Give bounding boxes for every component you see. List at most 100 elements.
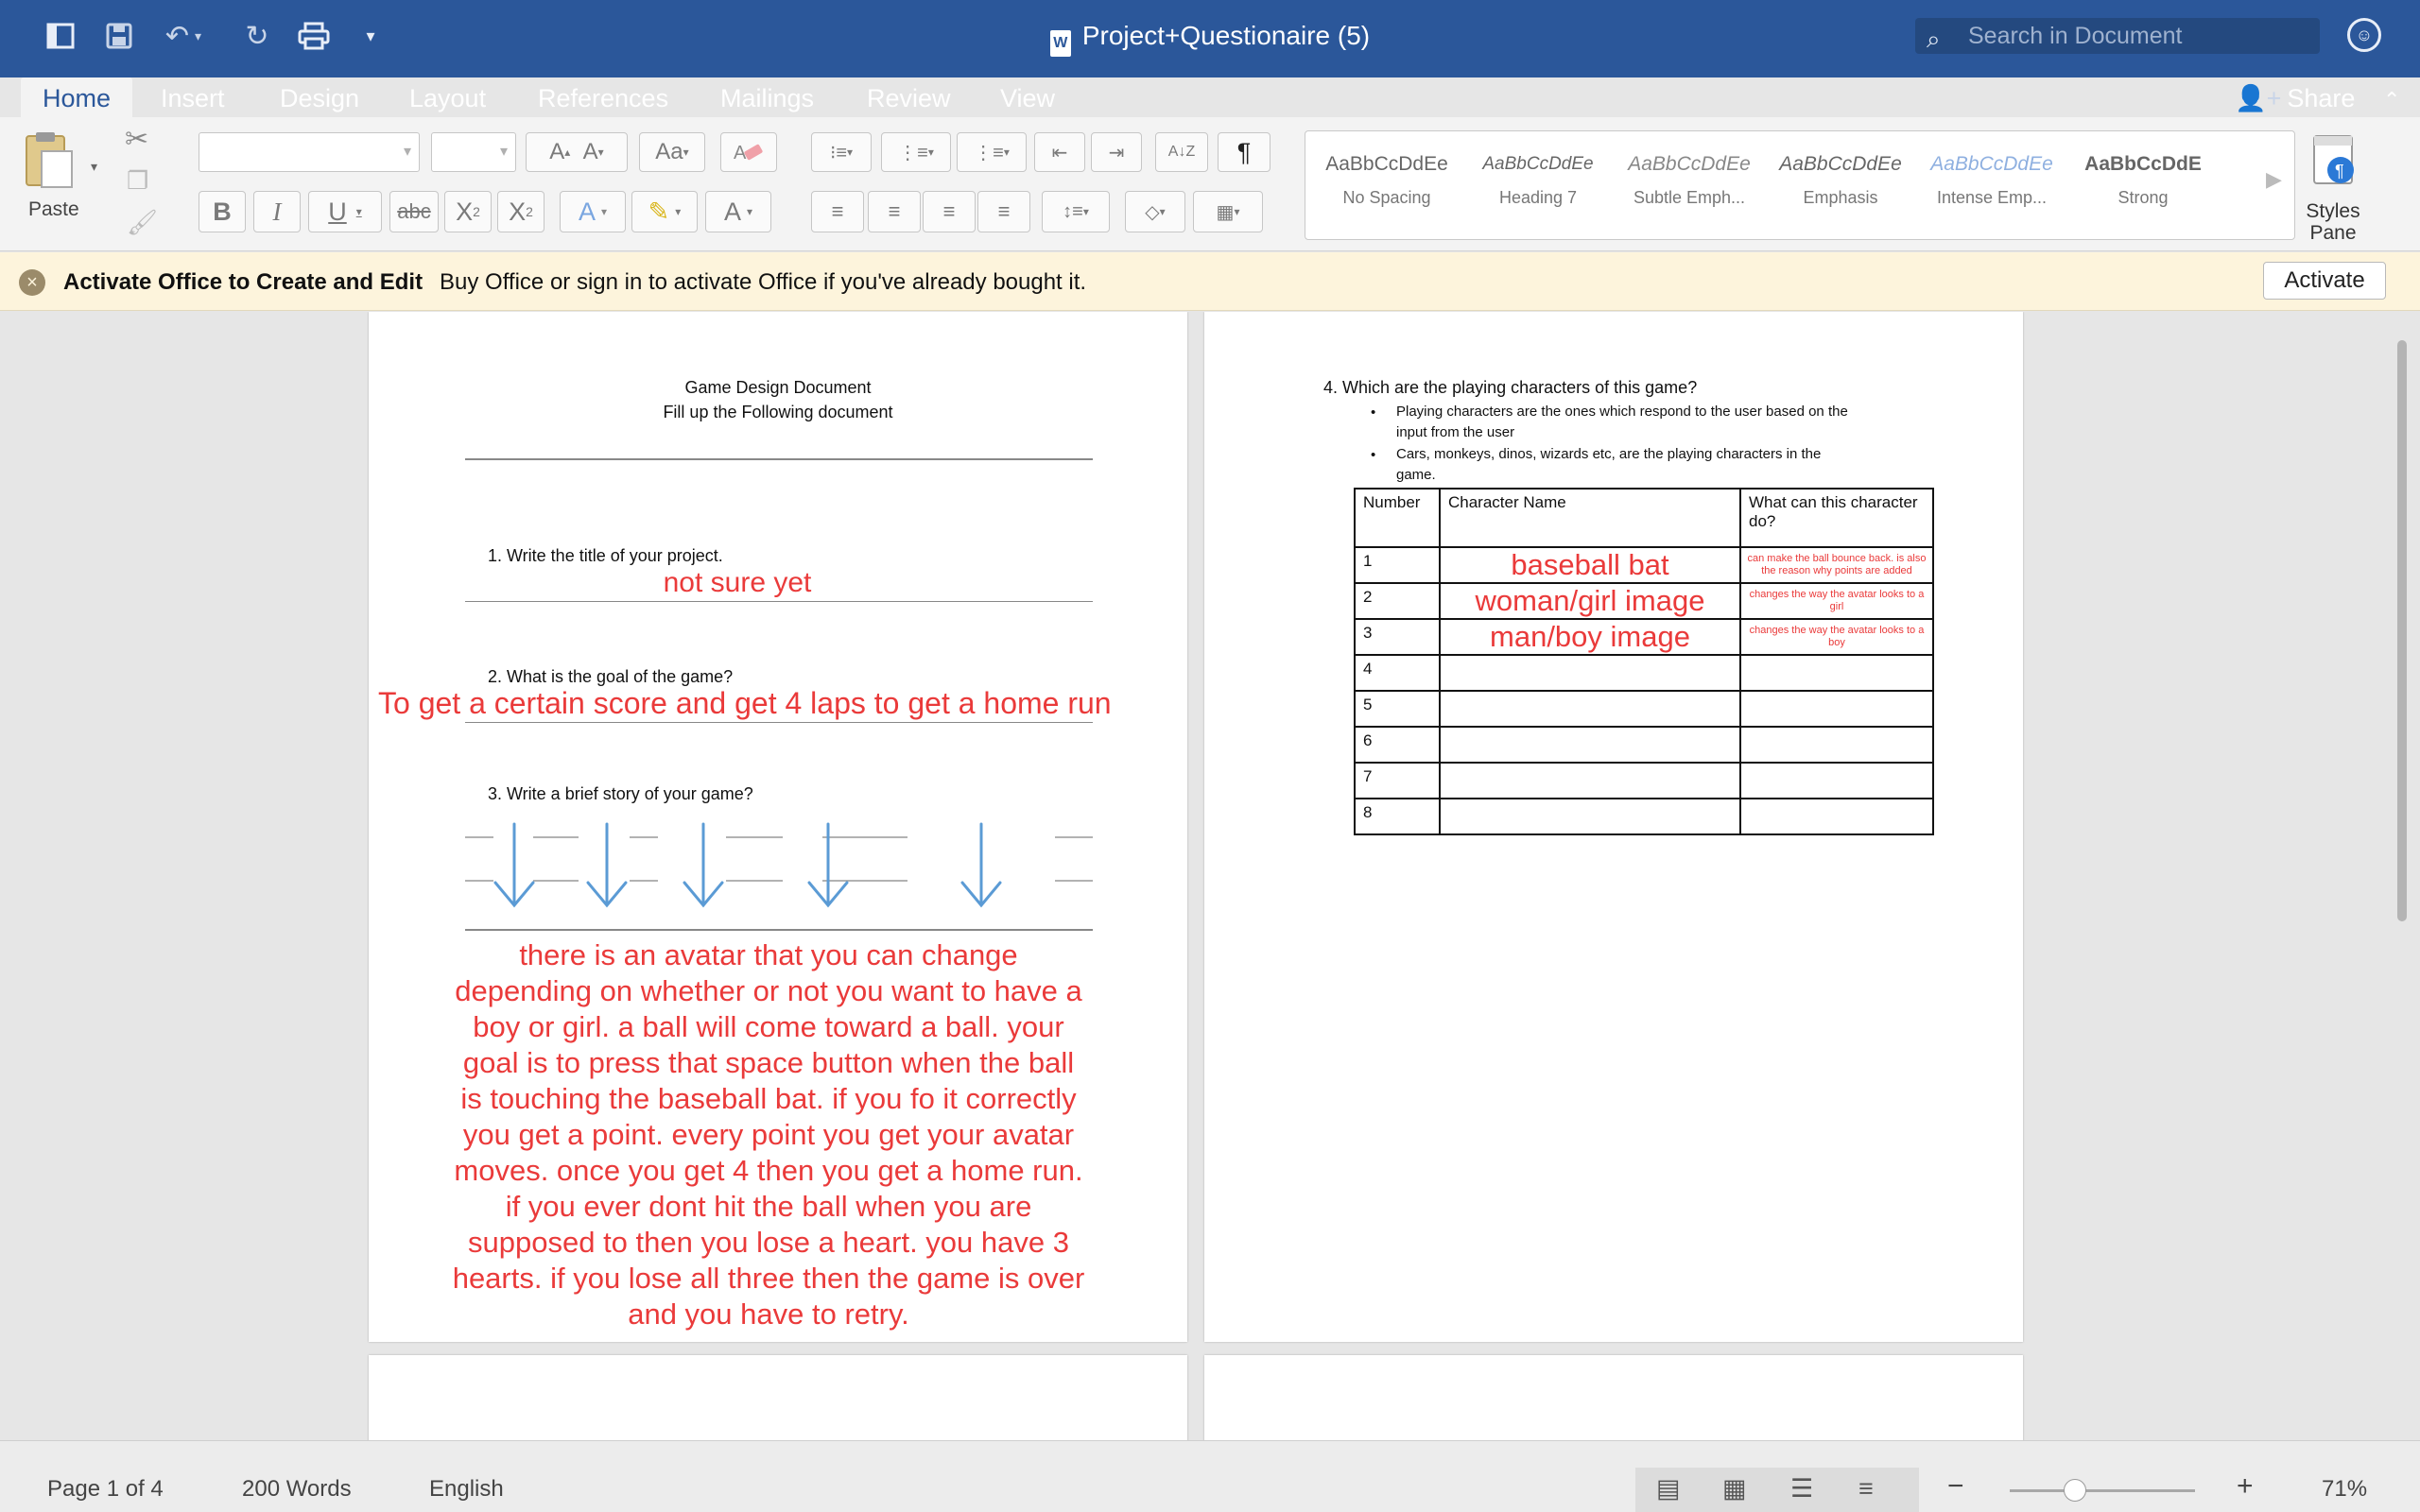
multilevel-list-button[interactable]: ⋮≡ ▾ [957, 132, 1027, 172]
word-count[interactable]: 200 Words [242, 1476, 352, 1503]
copy-icon[interactable]: ❐ [127, 166, 148, 196]
table-row[interactable]: 2 woman/girl image changes the way the a… [1354, 582, 1934, 620]
increase-indent-button[interactable]: ⇥ [1091, 132, 1142, 172]
italic-button[interactable]: I [253, 191, 301, 232]
table-cell-description[interactable]: can make the ball bounce back. is also t… [1739, 546, 1934, 584]
scrollbar-thumb[interactable] [2397, 340, 2407, 921]
table-cell-description[interactable] [1739, 654, 1934, 692]
style-subtle-emphasis[interactable]: AaBbCcDdEe Subtle Emph... [1623, 141, 1755, 230]
table-cell-name[interactable] [1439, 726, 1741, 764]
zoom-slider-thumb[interactable] [2064, 1479, 2086, 1502]
table-row[interactable]: 1 baseball bat can make the ball bounce … [1354, 546, 1934, 584]
font-color-button[interactable]: A ▾ [705, 191, 771, 232]
table-cell-name[interactable] [1439, 690, 1741, 728]
table-row[interactable]: 3 man/boy image changes the way the avat… [1354, 618, 1934, 656]
zoom-level[interactable]: 71% [2322, 1476, 2367, 1503]
bullets-button[interactable]: ⁝≡ ▾ [811, 132, 872, 172]
tab-home[interactable]: Home [21, 77, 133, 119]
table-cell-name[interactable]: baseball bat [1439, 546, 1741, 584]
style-heading-7[interactable]: AaBbCcDdEe Heading 7 [1472, 141, 1604, 230]
characters-table[interactable]: Number Character Name What can this char… [1354, 488, 1934, 835]
table-cell-number[interactable]: 7 [1354, 762, 1441, 799]
table-cell-number[interactable]: 1 [1354, 546, 1441, 584]
subscript-button[interactable]: X2 [444, 191, 492, 232]
tab-references[interactable]: References [538, 79, 668, 117]
tab-insert[interactable]: Insert [161, 79, 225, 117]
text-effects-button[interactable]: A ▾ [560, 191, 626, 232]
table-cell-description[interactable]: changes the way the avatar looks to a bo… [1739, 618, 1934, 656]
styles-pane-button[interactable]: ¶ [2310, 132, 2358, 189]
bold-button[interactable]: B [199, 191, 246, 232]
draft-view-icon[interactable]: ≡ [1858, 1474, 1874, 1503]
align-left-button[interactable]: ≡ [811, 191, 864, 232]
language[interactable]: English [429, 1476, 504, 1503]
style-intense-emphasis[interactable]: AaBbCcDdEe Intense Emp... [1926, 141, 2058, 230]
strikethrough-button[interactable]: abc [389, 191, 439, 232]
zoom-slider[interactable] [2010, 1489, 2195, 1492]
shading-button[interactable]: ◇ ▾ [1125, 191, 1185, 232]
font-size-dropdown[interactable]: ▾ [431, 132, 516, 172]
zoom-in-button[interactable]: + [2237, 1470, 2254, 1503]
font-name-dropdown[interactable]: ▾ [199, 132, 420, 172]
change-case-button[interactable]: Aa ▾ [639, 132, 705, 172]
dismiss-notification-icon[interactable]: × [19, 269, 45, 296]
document-canvas[interactable]: Game Design Document Fill up the Followi… [0, 312, 2420, 1440]
page-3[interactable] [369, 1355, 1187, 1440]
table-cell-number[interactable]: 6 [1354, 726, 1441, 764]
clear-formatting-icon[interactable]: A [720, 132, 777, 172]
feedback-smiley-icon[interactable]: ☺ [2347, 18, 2381, 52]
table-cell-description[interactable] [1739, 798, 1934, 835]
table-row[interactable]: 4 [1354, 654, 1934, 692]
table-cell-number[interactable]: 8 [1354, 798, 1441, 835]
superscript-button[interactable]: X2 [497, 191, 544, 232]
tab-view[interactable]: View [1000, 79, 1055, 117]
table-row[interactable]: 8 [1354, 798, 1934, 835]
share-button[interactable]: 👤+ Share ⌃ [2235, 79, 2400, 119]
zoom-out-button[interactable]: − [1947, 1470, 1964, 1503]
line-spacing-button[interactable]: ↕≡ ▾ [1042, 191, 1110, 232]
table-cell-number[interactable]: 3 [1354, 618, 1441, 656]
cut-icon[interactable]: ✂ [125, 123, 148, 156]
paste-dropdown-icon[interactable]: ▾ [91, 159, 97, 175]
numbering-button[interactable]: ⋮≡ ▾ [881, 132, 951, 172]
table-cell-name[interactable] [1439, 798, 1741, 835]
table-cell-description[interactable] [1739, 726, 1934, 764]
table-row[interactable]: 6 [1354, 726, 1934, 764]
page-1[interactable]: Game Design Document Fill up the Followi… [369, 312, 1187, 1342]
paste-button[interactable]: ▾ [21, 130, 97, 193]
decrease-indent-button[interactable]: ⇤ [1034, 132, 1085, 172]
style-strong[interactable]: AaBbCcDdE Strong [2077, 141, 2209, 230]
justify-button[interactable]: ≡ [977, 191, 1030, 232]
page-count[interactable]: Page 1 of 4 [47, 1476, 164, 1503]
tab-layout[interactable]: Layout [409, 79, 486, 117]
sort-button[interactable]: A↓Z [1155, 132, 1208, 172]
format-painter-icon[interactable]: 🖌 [127, 208, 158, 237]
table-cell-description[interactable] [1739, 690, 1934, 728]
align-right-button[interactable]: ≡ [923, 191, 976, 232]
table-cell-name[interactable]: man/boy image [1439, 618, 1741, 656]
table-cell-name[interactable] [1439, 762, 1741, 799]
tab-mailings[interactable]: Mailings [720, 79, 814, 117]
table-row[interactable]: 5 [1354, 690, 1934, 728]
underline-button[interactable]: U ▾ [308, 191, 382, 232]
table-cell-name[interactable]: woman/girl image [1439, 582, 1741, 620]
table-cell-number[interactable]: 4 [1354, 654, 1441, 692]
show-formatting-marks-button[interactable]: ¶ [1218, 132, 1270, 172]
collapse-ribbon-icon[interactable]: ⌃ [2383, 88, 2400, 112]
tab-review[interactable]: Review [867, 79, 951, 117]
activate-button[interactable]: Activate [2263, 262, 2386, 300]
grow-shrink-font-buttons[interactable]: A ▴ A ▾ [526, 132, 628, 172]
print-layout-icon[interactable]: ▤ [1656, 1474, 1681, 1503]
table-cell-description[interactable] [1739, 762, 1934, 799]
style-emphasis[interactable]: AaBbCcDdEe Emphasis [1774, 141, 1907, 230]
page-4[interactable] [1204, 1355, 2023, 1440]
table-cell-number[interactable]: 5 [1354, 690, 1441, 728]
borders-button[interactable]: ▦ ▾ [1193, 191, 1263, 232]
table-cell-description[interactable]: changes the way the avatar looks to a gi… [1739, 582, 1934, 620]
styles-gallery-next-icon[interactable]: ▶ [2266, 167, 2282, 192]
outline-view-icon[interactable]: ☰ [1790, 1474, 1813, 1503]
table-cell-name[interactable] [1439, 654, 1741, 692]
tab-design[interactable]: Design [280, 79, 359, 117]
table-cell-number[interactable]: 2 [1354, 582, 1441, 620]
search-input[interactable]: ⌕ Search in Document [1915, 18, 2320, 54]
